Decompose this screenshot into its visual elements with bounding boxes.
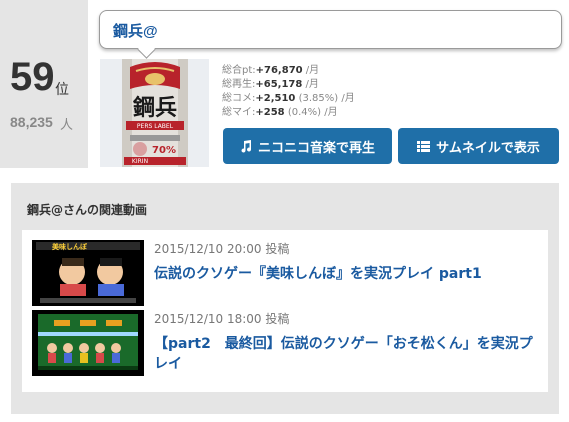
thumbnails-button-label: サムネイルで表示 bbox=[436, 140, 540, 156]
play-button-label: ニコニコ音楽で再生 bbox=[257, 140, 375, 156]
svg-text:70%: 70% bbox=[152, 145, 176, 156]
rank-suffix: 位 bbox=[55, 82, 69, 98]
play-on-nico-music-button[interactable]: ニコニコ音楽で再生 bbox=[223, 128, 392, 164]
related-videos-panel: 鋼兵@さんの関連動画 美味しんぼ 2015/12/10 20:00 投稿 伝説の… bbox=[11, 183, 559, 414]
stat-total-mylists: 総マイ:+258 (0.4%) /月 bbox=[222, 107, 338, 118]
video-title-link[interactable]: 伝説のクソゲー『美味しんぼ』を実況プレイ part1 bbox=[154, 264, 539, 284]
video-thumbnail[interactable]: 美味しんぼ bbox=[32, 240, 144, 306]
video-date: 2015/12/10 18:00 投稿 bbox=[154, 312, 290, 326]
stat-total-plays: 総再生:+65,178 /月 bbox=[222, 79, 319, 90]
artist-name-bubble: 鋼兵@ bbox=[99, 10, 562, 49]
stats-block: 総合pt:+76,870 /月 総再生:+65,178 /月 総コメ:+2,51… bbox=[222, 64, 355, 120]
video-thumbnail[interactable] bbox=[32, 310, 144, 376]
can-top-text: KIRIN bbox=[132, 158, 148, 165]
music-note-icon bbox=[240, 139, 252, 153]
video-date: 2015/12/10 20:00 投稿 bbox=[154, 242, 290, 256]
stat-total-points: 総合pt:+76,870 /月 bbox=[222, 65, 320, 76]
list-item[interactable]: 2015/12/10 18:00 投稿 【part2 最終回】伝説のクソゲー「お… bbox=[22, 310, 548, 376]
rank-number: 59 bbox=[10, 55, 55, 99]
grid-list-icon bbox=[417, 140, 431, 152]
related-list: 美味しんぼ 2015/12/10 20:00 投稿 伝説のクソゲー『美味しんぼ』… bbox=[22, 230, 548, 392]
artist-name-link[interactable]: 鋼兵@ bbox=[113, 20, 158, 41]
stat-total-comments: 総コメ:+2,510 (3.85%) /月 bbox=[222, 93, 355, 104]
related-heading: 鋼兵@さんの関連動画 bbox=[27, 203, 148, 217]
show-thumbnails-button[interactable]: サムネイルで表示 bbox=[398, 128, 559, 164]
can-main-text: 鋼兵 bbox=[132, 95, 177, 121]
list-item[interactable]: 美味しんぼ 2015/12/10 20:00 投稿 伝説のクソゲー『美味しんぼ』… bbox=[22, 240, 548, 306]
artist-thumbnail[interactable]: 鋼兵 PERS LABEL 70% KIRIN bbox=[100, 59, 209, 167]
listener-count: 88,235 bbox=[10, 114, 53, 130]
rank-panel: 59 位 88,235 人 bbox=[0, 0, 88, 168]
thumb-caption: 美味しんぼ bbox=[52, 242, 88, 251]
beer-can-image: 鋼兵 PERS LABEL 70% KIRIN bbox=[122, 59, 188, 167]
video-title-link[interactable]: 【part2 最終回】伝説のクソゲー「おそ松くん」を実況プレイ bbox=[154, 334, 539, 374]
can-sub-text: PERS LABEL bbox=[137, 123, 174, 130]
listener-suffix: 人 bbox=[60, 118, 74, 133]
